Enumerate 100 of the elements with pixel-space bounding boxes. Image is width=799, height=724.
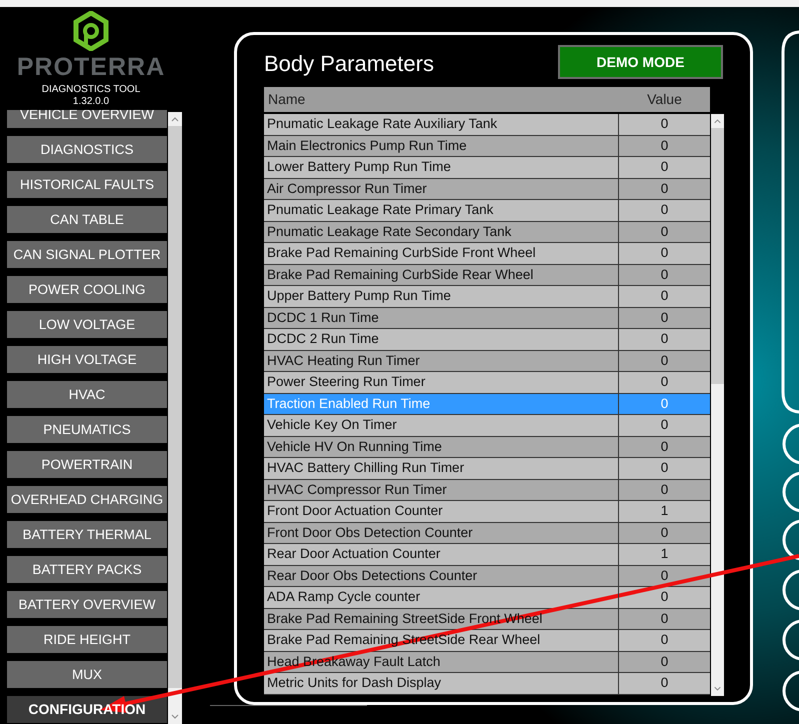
- parameter-value: 0: [660, 180, 670, 198]
- parameter-value: 0: [660, 287, 670, 305]
- version-label: 1.32.0.0: [72, 96, 110, 108]
- parameter-name: Pnumatic Leakage Rate Secondary Tank: [264, 222, 619, 242]
- parameter-value: 0: [660, 222, 670, 240]
- parameter-name: Pnumatic Leakage Rate Auxiliary Tank: [264, 114, 619, 134]
- circle-button[interactable]: [782, 520, 799, 560]
- table-row[interactable]: Air Compressor Run Timer 0: [264, 178, 710, 200]
- parameter-value: 0: [660, 566, 670, 584]
- parameter-value: 0: [660, 588, 670, 606]
- column-header[interactable]: Name: [264, 89, 619, 110]
- parameter-name: Air Compressor Run Timer: [264, 178, 619, 199]
- nav-button[interactable]: CAN SIGNAL PLOTTER: [7, 241, 167, 268]
- logo-text: PROTERRA: [16, 55, 166, 80]
- parameter-value: 0: [660, 266, 670, 284]
- parameter-name: Metric Units for Dash Display: [264, 673, 619, 694]
- nav-button[interactable]: HISTORICAL FAULTS: [7, 171, 167, 198]
- parameter-name: HVAC Battery Chilling Run Timer: [264, 458, 619, 478]
- table-row[interactable]: DCDC 2 Run Time 0: [264, 329, 710, 350]
- nav-button[interactable]: BATTERY PACKS: [7, 556, 167, 583]
- table-row[interactable]: Brake Pad Remaining CurbSide Rear Wheel 0: [264, 264, 710, 286]
- table-row[interactable]: Rear Door Actuation Counter 1: [264, 544, 710, 566]
- parameter-name: Brake Pad Remaining CurbSide Front Wheel: [264, 243, 619, 264]
- column-header[interactable]: Value: [619, 89, 710, 110]
- parameter-name: Traction Enabled Run Time: [264, 394, 619, 414]
- logo-icon: [73, 11, 109, 51]
- nav-button[interactable]: CAN TABLE: [7, 206, 167, 233]
- parameter-name: Rear Door Obs Detections Counter: [264, 566, 619, 586]
- parameter-name: Pnumatic Leakage Rate Primary Tank: [264, 200, 619, 220]
- nav-button[interactable]: LOW VOLTAGE: [7, 311, 167, 338]
- table-row[interactable]: Power Steering Run Timer 0: [264, 372, 710, 394]
- nav-button[interactable]: MUX: [7, 661, 167, 688]
- parameter-value: 1: [660, 502, 670, 520]
- parameter-value: 0: [660, 652, 670, 670]
- parameter-value: 0: [660, 136, 670, 154]
- parameter-value: 0: [660, 524, 670, 542]
- parameter-value: 0: [660, 115, 670, 133]
- nav-button[interactable]: POWER COOLING: [7, 276, 167, 303]
- circle-button[interactable]: [782, 472, 799, 512]
- parameter-value: 0: [660, 459, 670, 477]
- table-row[interactable]: ADA Ramp Cycle counter 0: [264, 587, 710, 608]
- nav-button[interactable]: HIGH VOLTAGE: [7, 346, 167, 373]
- table-row[interactable]: Brake Pad Remaining CurbSide Front Wheel 0: [264, 243, 710, 264]
- parameter-name: Vehicle HV On Running Time: [264, 436, 619, 457]
- table-row[interactable]: Pnumatic Leakage Rate Auxiliary Tank 0: [264, 114, 710, 136]
- table-row[interactable]: Metric Units for Dash Display 0: [264, 673, 710, 694]
- parameter-name: Front Door Actuation Counter: [264, 501, 619, 522]
- nav-button[interactable]: DIAGNOSTICS: [7, 136, 167, 163]
- scrollbar[interactable]: [168, 112, 182, 724]
- parameter-value: 0: [660, 244, 670, 262]
- app-subtitle: DIAGNOSTICS TOOL: [42, 84, 140, 96]
- table-row[interactable]: Front Door Actuation Counter 1: [264, 501, 710, 522]
- parameter-value: 0: [660, 201, 670, 219]
- circle-button[interactable]: [782, 670, 799, 712]
- parameter-value: 0: [660, 330, 670, 348]
- parameter-name: Front Door Obs Detection Counter: [264, 522, 619, 543]
- parameter-name: Lower Battery Pump Run Time: [264, 157, 619, 178]
- nav-button[interactable]: POWERTRAIN: [7, 451, 167, 478]
- table-row[interactable]: Lower Battery Pump Run Time 0: [264, 157, 710, 178]
- parameter-value: 0: [660, 308, 670, 326]
- parameter-value: 0: [660, 394, 670, 412]
- parameter-name: Brake Pad Remaining CurbSide Rear Wheel: [264, 264, 619, 285]
- table-row[interactable]: Vehicle Key On Timer 0: [264, 415, 710, 436]
- parameter-name: ADA Ramp Cycle counter: [264, 587, 619, 608]
- table-row[interactable]: HVAC Battery Chilling Run Timer 0: [264, 458, 710, 480]
- parameter-name: Upper Battery Pump Run Time: [264, 286, 619, 306]
- parameter-name: HVAC Compressor Run Timer: [264, 480, 619, 500]
- parameter-value: 0: [660, 480, 670, 498]
- parameter-name: Main Electronics Pump Run Time: [264, 136, 619, 156]
- table-row[interactable]: Upper Battery Pump Run Time 0: [264, 286, 710, 308]
- nav-button[interactable]: PNEUMATICS: [7, 416, 167, 443]
- demo-mode-button[interactable]: DEMO MODE: [558, 45, 723, 79]
- nav-button[interactable]: OVERHEAD CHARGING: [7, 486, 167, 513]
- table-row[interactable]: Vehicle HV On Running Time 0: [264, 436, 710, 458]
- parameter-value: 0: [660, 631, 670, 649]
- nav-button[interactable]: HVAC: [7, 381, 167, 408]
- table-row[interactable]: Main Electronics Pump Run Time 0: [264, 136, 710, 157]
- circle-button[interactable]: [782, 424, 799, 464]
- parameter-value: 0: [660, 158, 670, 176]
- parameter-value: 0: [660, 352, 670, 370]
- parameter-value: 0: [660, 416, 670, 434]
- circle-button[interactable]: [782, 620, 799, 660]
- parameter-name: HVAC Heating Run Timer: [264, 350, 619, 371]
- table-row[interactable]: DCDC 1 Run Time 0: [264, 308, 710, 329]
- table-row[interactable]: Rear Door Obs Detections Counter 0: [264, 566, 710, 587]
- parameter-value: 0: [660, 373, 670, 391]
- nav-button[interactable]: RIDE HEIGHT: [7, 626, 167, 653]
- parameter-name: Power Steering Run Timer: [264, 372, 619, 392]
- table-row[interactable]: HVAC Compressor Run Timer 0: [264, 480, 710, 501]
- parameter-value: 0: [660, 674, 670, 692]
- nav-button[interactable]: BATTERY OVERVIEW: [7, 591, 167, 618]
- parameter-name: DCDC 1 Run Time: [264, 308, 619, 328]
- circle-button[interactable]: [782, 570, 799, 610]
- parameter-value: 0: [660, 610, 670, 628]
- parameter-name: DCDC 2 Run Time: [264, 329, 619, 350]
- table-row[interactable]: Pnumatic Leakage Rate Secondary Tank 0: [264, 222, 710, 243]
- nav-button[interactable]: BATTERY THERMAL: [7, 521, 167, 548]
- table-row[interactable]: Pnumatic Leakage Rate Primary Tank 0: [264, 200, 710, 222]
- table-row[interactable]: HVAC Heating Run Timer 0: [264, 350, 710, 372]
- table-row[interactable]: Front Door Obs Detection Counter 0: [264, 522, 710, 544]
